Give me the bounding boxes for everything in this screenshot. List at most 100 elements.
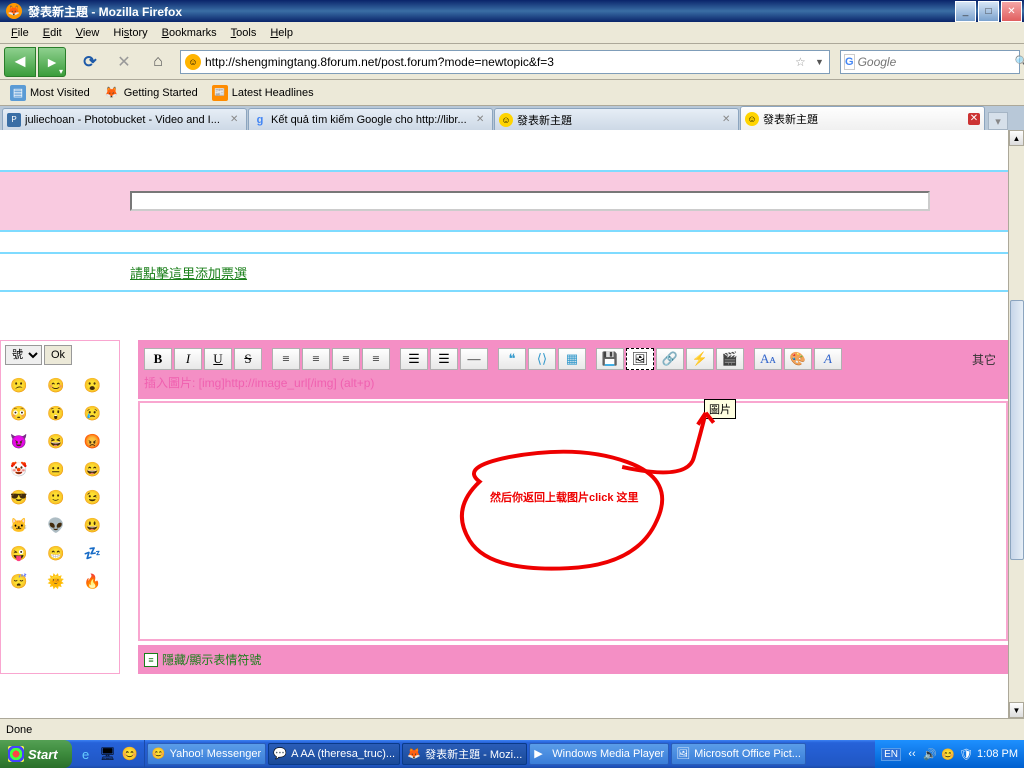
emoji-item[interactable]: 😕 (9, 375, 29, 395)
tab-photobucket[interactable]: P juliechoan - Photobucket - Video and I… (2, 108, 247, 130)
reload-button[interactable]: ⟳ (78, 50, 102, 74)
emoji-item[interactable]: 😴 (9, 571, 29, 591)
font-family-button[interactable]: A (814, 348, 842, 370)
toggle-emoji-link[interactable]: ≡ 隱藏/顯示表情符號 (144, 651, 1002, 668)
emoji-item[interactable]: 🌞 (46, 571, 66, 591)
menu-history[interactable]: History (106, 25, 154, 41)
stop-button[interactable]: ✕ (112, 50, 136, 74)
bookmark-getting-started[interactable]: 🦊 Getting Started (98, 83, 204, 103)
underline-button[interactable]: U (204, 348, 232, 370)
minimize-button[interactable]: _ (955, 1, 976, 22)
align-center-button[interactable]: ≡ (302, 348, 330, 370)
tab-close-icon[interactable]: ✕ (230, 114, 242, 126)
align-left-button[interactable]: ≡ (272, 348, 300, 370)
hr-button[interactable]: — (460, 348, 488, 370)
emoji-item[interactable]: 😮 (82, 375, 102, 395)
task-firefox[interactable]: 🦊 發表新主題 - Mozi... (402, 743, 527, 765)
emoji-item[interactable]: 💤 (82, 543, 102, 563)
scroll-thumb[interactable] (1010, 300, 1024, 560)
emoji-item[interactable]: 🔥 (82, 571, 102, 591)
emoji-item[interactable]: 😁 (46, 543, 66, 563)
search-box[interactable]: G 🔍 (840, 50, 1020, 74)
emoji-item[interactable]: 🙂 (46, 487, 66, 507)
emoji-item[interactable]: 😊 (46, 375, 66, 395)
image-button[interactable]: 🖼 (626, 348, 654, 370)
task-aaa[interactable]: 💬 A AA (theresa_truc)... (268, 743, 400, 765)
start-button[interactable]: Start (0, 740, 72, 768)
upload-button[interactable]: 💾 (596, 348, 624, 370)
menu-view[interactable]: View (69, 25, 107, 41)
list-unordered-button[interactable]: ☰ (400, 348, 428, 370)
task-yahoo-messenger[interactable]: 😊 Yahoo! Messenger (147, 743, 267, 765)
flash-button[interactable]: ⚡ (686, 348, 714, 370)
clock[interactable]: 1:08 PM (977, 748, 1018, 760)
emoji-item[interactable]: 😄 (82, 459, 102, 479)
close-button[interactable]: ✕ (1001, 1, 1022, 22)
emoji-item[interactable]: 😢 (82, 403, 102, 423)
emoji-item[interactable]: 😆 (46, 431, 66, 451)
subject-input[interactable] (130, 191, 930, 211)
scroll-down-button[interactable]: ▼ (1009, 702, 1024, 718)
bookmark-most-visited[interactable]: ▤ Most Visited (4, 83, 96, 103)
tray-shield-icon[interactable]: 🛡 (959, 747, 973, 761)
emoji-ok-button[interactable]: Ok (44, 345, 72, 365)
menu-file[interactable]: File (4, 25, 36, 41)
search-input[interactable] (858, 55, 1015, 69)
italic-button[interactable]: I (174, 348, 202, 370)
url-input[interactable] (205, 55, 795, 69)
search-icon[interactable]: 🔍 (1015, 55, 1024, 68)
home-button[interactable]: ⌂ (146, 50, 170, 74)
font-size-button[interactable]: Aᴀ (754, 348, 782, 370)
emoji-category-select[interactable]: 號 (5, 345, 42, 365)
tray-expand-icon[interactable]: ‹‹ (905, 747, 919, 761)
tray-volume-icon[interactable]: 🔊 (923, 747, 937, 761)
menu-tools[interactable]: Tools (224, 25, 264, 41)
editor-textarea[interactable]: 圖片 然后你返回上载图片click 这里 (138, 401, 1008, 641)
emoji-item[interactable]: 👽 (46, 515, 66, 535)
ql-yahoo-icon[interactable]: 😊 (120, 744, 140, 764)
url-dropdown-icon[interactable]: ▼ (815, 57, 829, 67)
emoji-item[interactable]: 😜 (9, 543, 29, 563)
emoji-item[interactable]: 😃 (82, 515, 102, 535)
bold-button[interactable]: B (144, 348, 172, 370)
emoji-item[interactable]: 🐱 (9, 515, 29, 535)
emoji-item[interactable]: 😡 (82, 431, 102, 451)
back-button[interactable]: ◄ (4, 47, 36, 77)
tray-smile-icon[interactable]: 😊 (941, 747, 955, 761)
tab-google-search[interactable]: g Kết quả tìm kiếm Google cho http://lib… (248, 108, 493, 130)
menu-bookmarks[interactable]: Bookmarks (155, 25, 224, 41)
bookmark-star-icon[interactable]: ☆ (795, 55, 811, 69)
align-justify-button[interactable]: ≡ (362, 348, 390, 370)
forward-button[interactable]: ► (38, 47, 66, 77)
quote-button[interactable]: ❝ (498, 348, 526, 370)
font-color-button[interactable]: 🎨 (784, 348, 812, 370)
task-office[interactable]: 🖼 Microsoft Office Pict... (671, 743, 806, 765)
scroll-up-button[interactable]: ▲ (1009, 130, 1024, 146)
add-poll-link[interactable]: 請點擊這里添加票選 (130, 263, 247, 282)
list-ordered-button[interactable]: ☰ (430, 348, 458, 370)
url-bar[interactable]: ☺ ☆ ▼ (180, 50, 830, 74)
align-right-button[interactable]: ≡ (332, 348, 360, 370)
tab-close-icon[interactable]: ✕ (968, 113, 980, 125)
emoji-item[interactable]: 😈 (9, 431, 29, 451)
google-icon[interactable]: G (844, 54, 855, 70)
tab-close-icon[interactable]: ✕ (476, 114, 488, 126)
emoji-item[interactable]: 😳 (9, 403, 29, 423)
ql-desktop-icon[interactable]: 🖥 (98, 744, 118, 764)
table-button[interactable]: ▦ (558, 348, 586, 370)
maximize-button[interactable]: □ (978, 1, 999, 22)
video-button[interactable]: 🎬 (716, 348, 744, 370)
strike-button[interactable]: S (234, 348, 262, 370)
menu-help[interactable]: Help (263, 25, 300, 41)
emoji-item[interactable]: 😎 (9, 487, 29, 507)
link-button[interactable]: 🔗 (656, 348, 684, 370)
tab-close-icon[interactable]: ✕ (722, 114, 734, 126)
emoji-item[interactable]: 🤡 (9, 459, 29, 479)
new-tab-button[interactable]: ▾ (988, 112, 1008, 130)
tab-forum-2-active[interactable]: ☺ 發表新主題 ✕ (740, 106, 985, 130)
language-indicator[interactable]: EN (881, 748, 901, 761)
menu-edit[interactable]: Edit (36, 25, 69, 41)
emoji-item[interactable]: 😐 (46, 459, 66, 479)
emoji-item[interactable]: 😉 (82, 487, 102, 507)
code-button[interactable]: ⟨⟩ (528, 348, 556, 370)
